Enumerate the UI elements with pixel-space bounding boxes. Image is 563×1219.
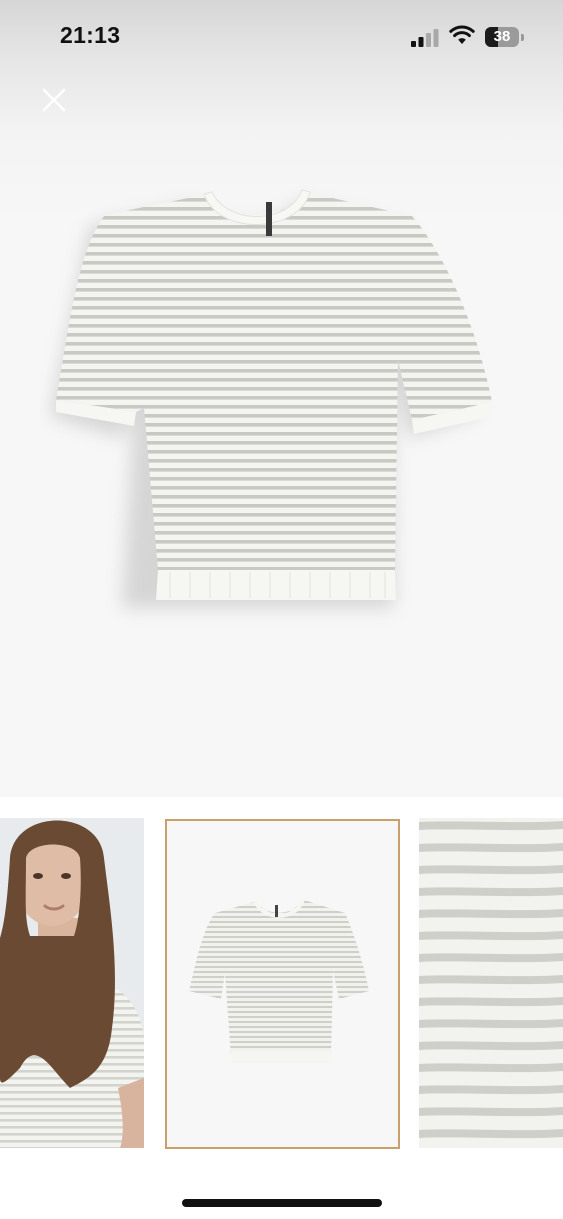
main-product-image[interactable] [40,180,520,630]
model-photo-image [0,818,144,1148]
status-bar: 21:13 38 [0,0,563,74]
battery-icon: 38 [485,27,525,49]
image-viewer[interactable]: 21:13 38 [0,0,563,797]
thumbnail-product-photo[interactable] [165,819,400,1149]
status-time: 21:13 [60,22,121,48]
close-icon [42,88,66,112]
fabric-detail-image [419,818,563,1148]
close-button[interactable] [36,82,72,118]
thumbnail-model-photo[interactable] [0,818,144,1148]
home-indicator[interactable] [182,1199,382,1207]
thumbnail-strip [0,818,563,1150]
product-photo-image [167,821,398,1147]
cellular-signal-icon [411,29,439,47]
wifi-icon [449,25,475,44]
thumbnail-fabric-detail-photo[interactable] [419,818,563,1148]
battery-level: 38 [493,28,511,45]
